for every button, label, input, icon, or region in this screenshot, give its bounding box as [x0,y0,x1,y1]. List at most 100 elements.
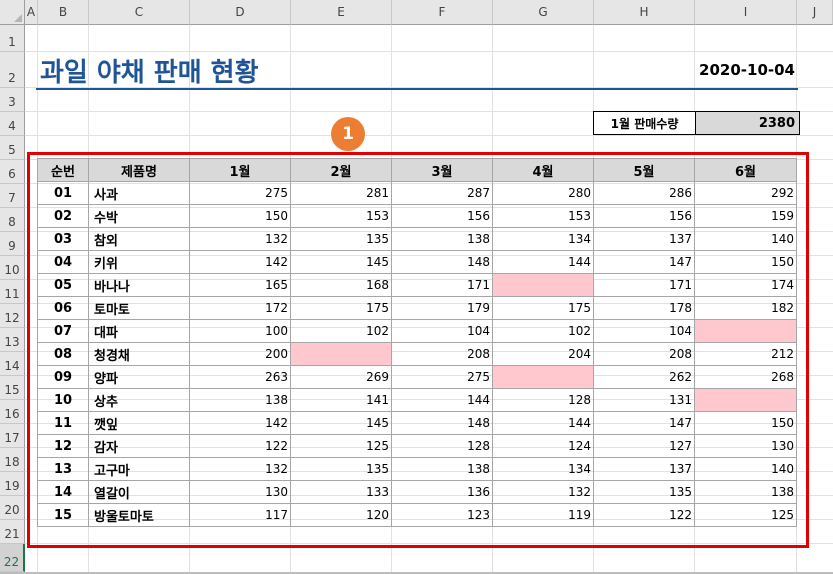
row-number-cell[interactable]: 11 [37,411,89,435]
row-header-11[interactable]: 11 [0,280,25,304]
value-cell[interactable]: 150 [694,250,797,274]
empty-value-cell[interactable] [290,342,392,366]
value-cell[interactable]: 135 [290,227,392,251]
header-cell[interactable]: 순번 [37,158,89,182]
value-cell[interactable]: 204 [492,342,594,366]
value-cell[interactable]: 156 [391,204,493,228]
product-name-cell[interactable]: 깻잎 [88,411,190,435]
value-cell[interactable]: 133 [290,480,392,504]
value-cell[interactable]: 263 [189,365,291,389]
value-cell[interactable]: 147 [593,250,695,274]
value-cell[interactable]: 102 [290,319,392,343]
empty-value-cell[interactable] [492,273,594,297]
row-header-14[interactable]: 14 [0,352,25,376]
header-cell[interactable]: 3월 [391,158,493,182]
header-cell[interactable]: 5월 [593,158,695,182]
column-header-a[interactable]: A [25,0,38,25]
value-cell[interactable]: 138 [391,457,493,481]
value-cell[interactable]: 171 [593,273,695,297]
product-name-cell[interactable]: 양파 [88,365,190,389]
value-cell[interactable]: 153 [492,204,594,228]
value-cell[interactable]: 102 [492,319,594,343]
value-cell[interactable]: 120 [290,503,392,527]
row-header-16[interactable]: 16 [0,400,25,424]
product-name-cell[interactable]: 방울토마토 [88,503,190,527]
value-cell[interactable]: 269 [290,365,392,389]
select-all-corner[interactable] [0,0,25,25]
row-number-cell[interactable]: 12 [37,434,89,458]
value-cell[interactable]: 132 [492,480,594,504]
row-header-19[interactable]: 19 [0,472,25,496]
value-cell[interactable]: 147 [593,411,695,435]
value-cell[interactable]: 200 [189,342,291,366]
row-number-cell[interactable]: 13 [37,457,89,481]
row-number-cell[interactable]: 07 [37,319,89,343]
row-number-cell[interactable]: 10 [37,388,89,412]
value-cell[interactable]: 148 [391,250,493,274]
row-number-cell[interactable]: 05 [37,273,89,297]
value-cell[interactable]: 140 [694,227,797,251]
row-number-cell[interactable]: 01 [37,181,89,205]
column-header-i[interactable]: I [695,0,797,25]
value-cell[interactable]: 131 [593,388,695,412]
value-cell[interactable]: 127 [593,434,695,458]
value-cell[interactable]: 100 [189,319,291,343]
row-header-4[interactable]: 4 [0,112,25,136]
value-cell[interactable]: 144 [492,411,594,435]
product-name-cell[interactable]: 수박 [88,204,190,228]
row-header-7[interactable]: 7 [0,184,25,208]
value-cell[interactable]: 130 [189,480,291,504]
value-cell[interactable]: 122 [593,503,695,527]
value-cell[interactable]: 104 [593,319,695,343]
column-header-f[interactable]: F [392,0,493,25]
value-cell[interactable]: 150 [694,411,797,435]
product-name-cell[interactable]: 바나나 [88,273,190,297]
value-cell[interactable]: 140 [694,457,797,481]
row-header-21[interactable]: 21 [0,520,25,544]
product-name-cell[interactable]: 상추 [88,388,190,412]
value-cell[interactable]: 208 [593,342,695,366]
value-cell[interactable]: 125 [694,503,797,527]
row-header-12[interactable]: 12 [0,304,25,328]
value-cell[interactable]: 145 [290,411,392,435]
row-header-18[interactable]: 18 [0,448,25,472]
empty-value-cell[interactable] [694,388,797,412]
value-cell[interactable]: 150 [189,204,291,228]
product-name-cell[interactable]: 토마토 [88,296,190,320]
report-date[interactable]: 2020-10-04 [699,61,795,79]
header-cell[interactable]: 2월 [290,158,392,182]
value-cell[interactable]: 132 [189,457,291,481]
value-cell[interactable]: 208 [391,342,493,366]
column-header-b[interactable]: B [38,0,89,25]
product-name-cell[interactable]: 대파 [88,319,190,343]
value-cell[interactable]: 117 [189,503,291,527]
value-cell[interactable]: 104 [391,319,493,343]
value-cell[interactable]: 136 [391,480,493,504]
value-cell[interactable]: 153 [290,204,392,228]
value-cell[interactable]: 179 [391,296,493,320]
row-header-15[interactable]: 15 [0,376,25,400]
header-cell[interactable]: 제품명 [88,158,190,182]
row-header-6[interactable]: 6 [0,160,25,184]
value-cell[interactable]: 138 [694,480,797,504]
value-cell[interactable]: 128 [492,388,594,412]
value-cell[interactable]: 212 [694,342,797,366]
column-header-e[interactable]: E [291,0,392,25]
value-cell[interactable]: 286 [593,181,695,205]
row-number-cell[interactable]: 08 [37,342,89,366]
row-number-cell[interactable]: 06 [37,296,89,320]
value-cell[interactable]: 175 [492,296,594,320]
value-cell[interactable]: 175 [290,296,392,320]
product-name-cell[interactable]: 사과 [88,181,190,205]
row-number-cell[interactable]: 04 [37,250,89,274]
product-name-cell[interactable]: 고구마 [88,457,190,481]
row-header-10[interactable]: 10 [0,256,25,280]
row-header-2[interactable]: 2 [0,52,25,88]
value-cell[interactable]: 281 [290,181,392,205]
value-cell[interactable]: 141 [290,388,392,412]
value-cell[interactable]: 268 [694,365,797,389]
column-header-g[interactable]: G [493,0,594,25]
value-cell[interactable]: 128 [391,434,493,458]
column-header-h[interactable]: H [594,0,695,25]
value-cell[interactable]: 168 [290,273,392,297]
